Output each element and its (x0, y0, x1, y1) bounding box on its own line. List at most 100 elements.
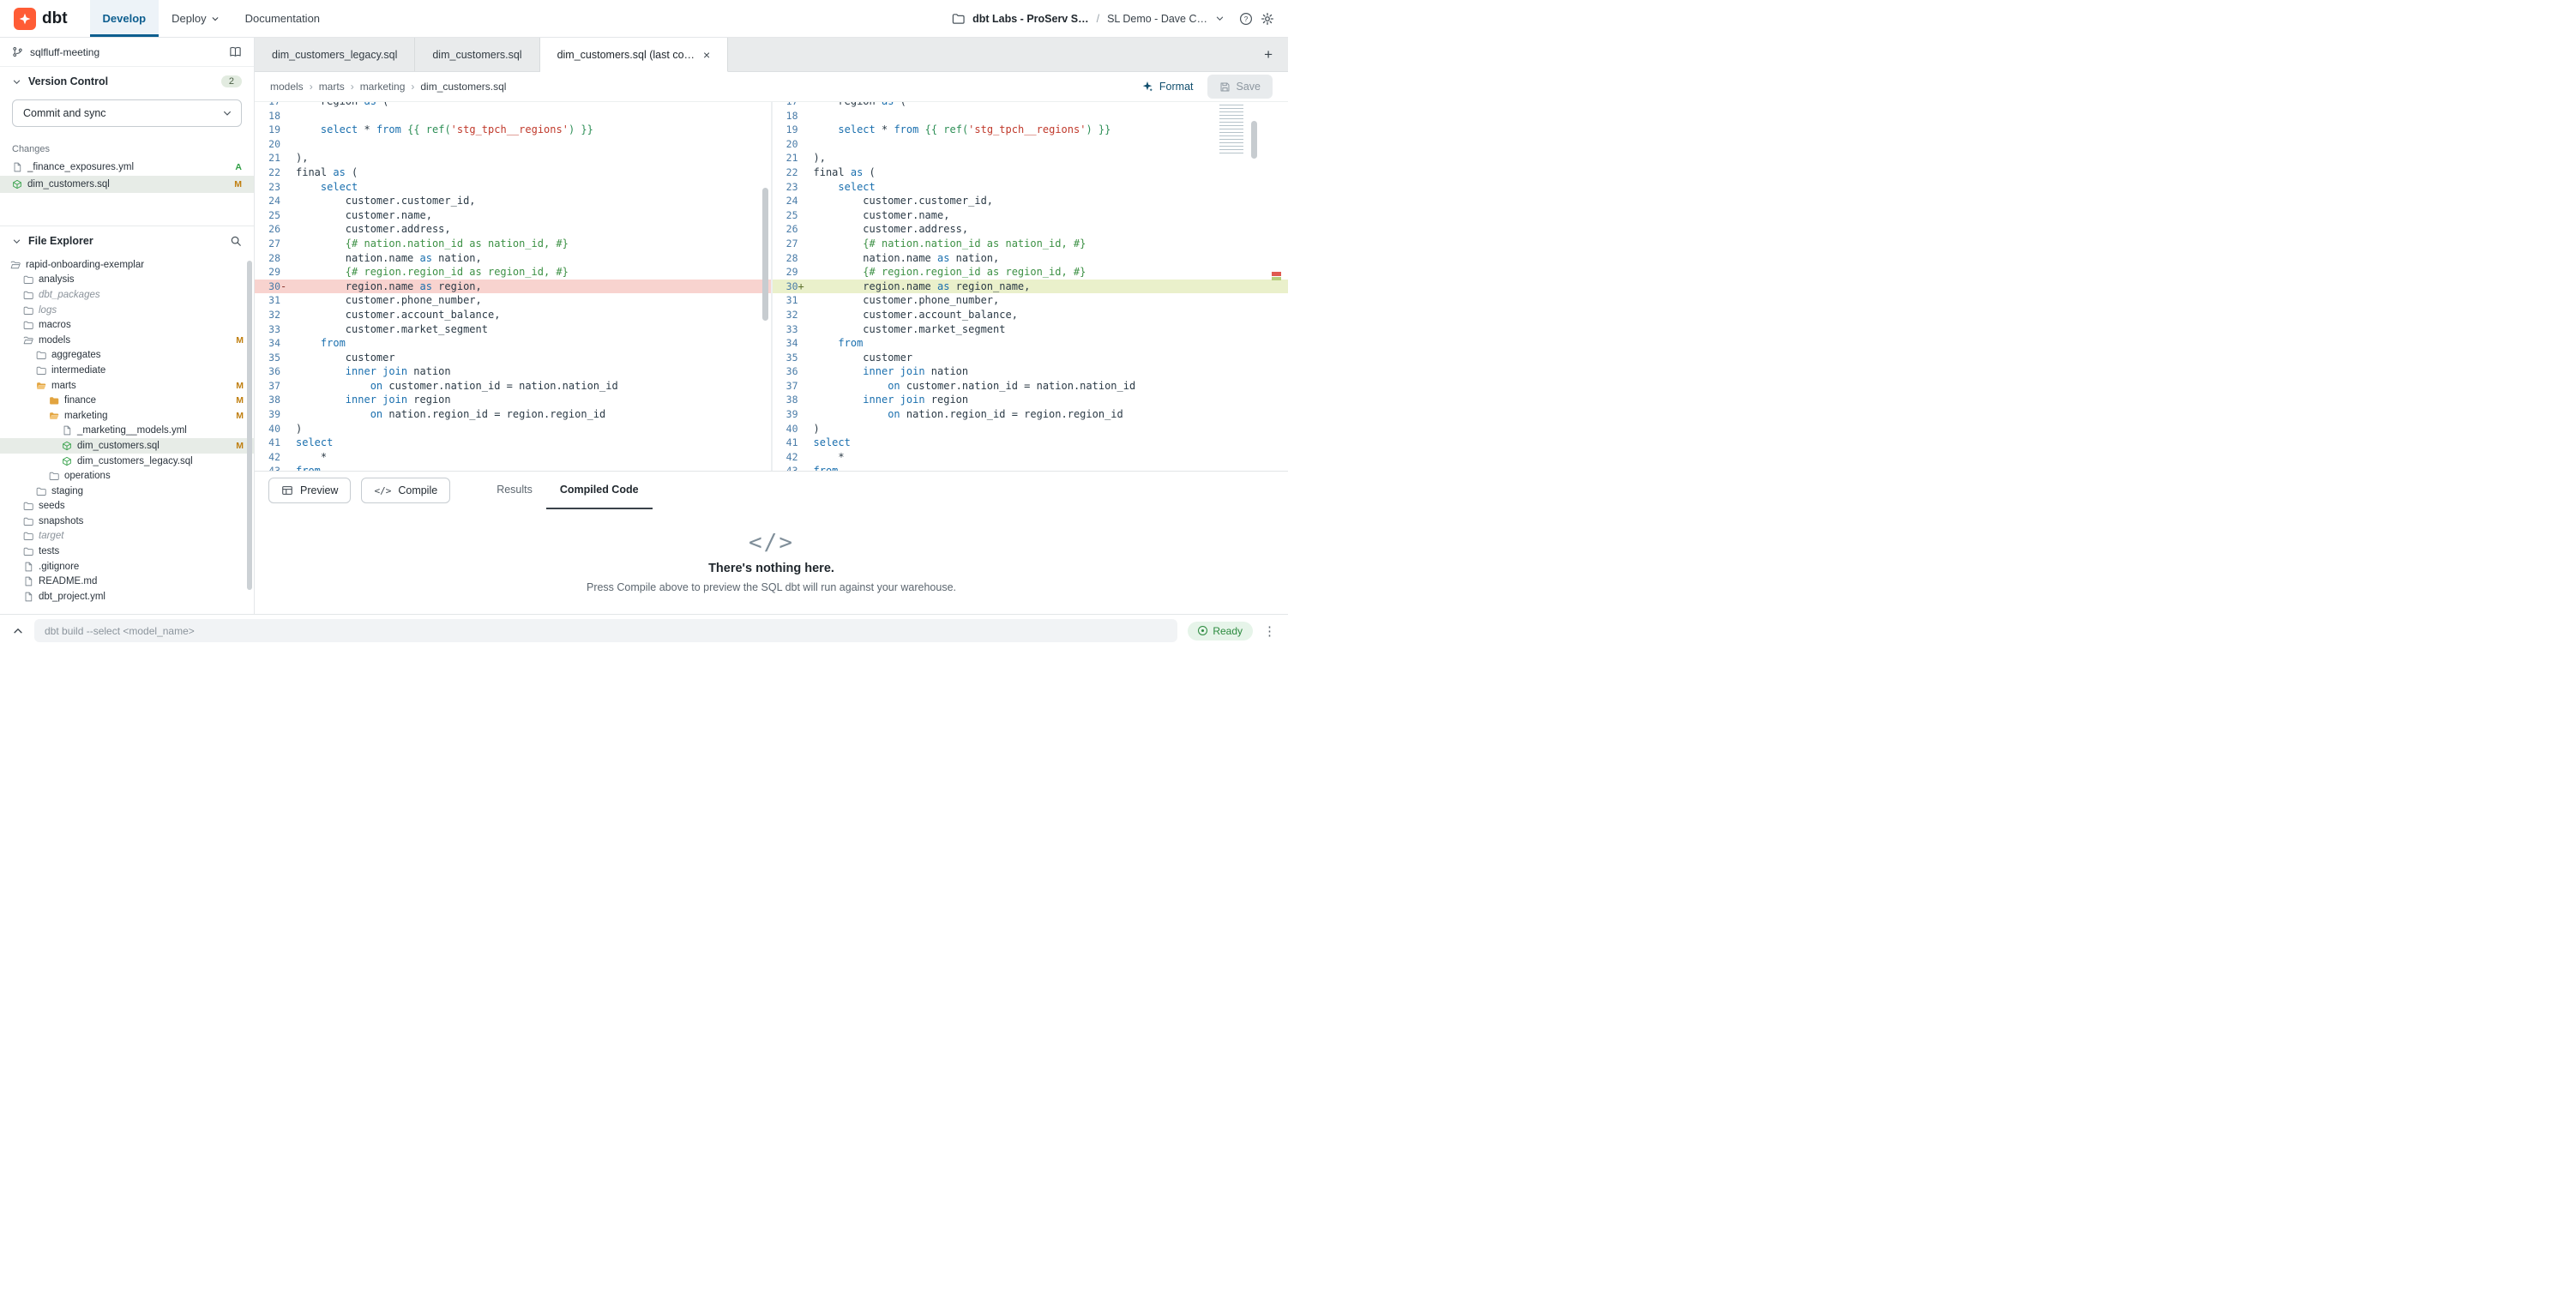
code-text: final as ( (289, 165, 358, 180)
code-line: 37 on customer.nation_id = nation.nation… (773, 379, 1289, 394)
tree-item[interactable]: martsM (0, 378, 254, 394)
folder-icon (23, 274, 33, 285)
code-text: {# region.region_id as region_id, #} (289, 265, 569, 280)
tree-item[interactable]: dim_customers.sqlM (0, 438, 254, 454)
code-text: customer.market_segment (807, 322, 1006, 337)
code-line: 29 {# region.region_id as region_id, #} (773, 265, 1289, 280)
help-icon[interactable]: ? (1239, 12, 1253, 26)
code-line: 29 {# region.region_id as region_id, #} (255, 265, 771, 280)
breadcrumb-item[interactable]: models (270, 81, 304, 93)
line-number: 31 (773, 293, 798, 308)
tree-item[interactable]: dbt_packages (0, 287, 254, 303)
file-explorer-header[interactable]: File Explorer (0, 226, 254, 256)
bottom-tabs: ResultsCompiled Code (483, 472, 652, 509)
breadcrumb-item[interactable]: dim_customers.sql (420, 81, 506, 93)
diff-pane-left[interactable]: 17 region as (1819 select * from {{ ref(… (255, 102, 773, 471)
account-name[interactable]: dbt Labs - ProServ S… (972, 13, 1088, 25)
nav-item-develop[interactable]: Develop (90, 0, 159, 37)
tree-item-label: models (39, 335, 70, 346)
sidebar-scrollbar[interactable] (247, 261, 252, 590)
chevron-down-icon[interactable] (1215, 14, 1225, 23)
tree-item[interactable]: marketingM (0, 408, 254, 424)
minimap[interactable] (1219, 105, 1243, 154)
diff-sign (798, 222, 807, 237)
tree-item[interactable]: _marketing__models.yml (0, 424, 254, 439)
compile-button[interactable]: </> Compile (361, 478, 450, 503)
diff-pane-right[interactable]: 17 region as (1819 select * from {{ ref(… (773, 102, 1289, 471)
change-row[interactable]: _finance_exposures.ymlA (0, 159, 254, 176)
tree-item[interactable]: intermediate (0, 363, 254, 378)
diff-sign (798, 194, 807, 208)
branch-name[interactable]: sqlfluff-meeting (30, 46, 99, 58)
code-line: 26 customer.address, (255, 222, 771, 237)
change-row[interactable]: dim_customers.sqlM (0, 176, 254, 193)
editor-tab[interactable]: dim_customers_legacy.sql (255, 38, 415, 71)
line-number: 17 (255, 102, 280, 109)
tree-item[interactable]: modelsM (0, 333, 254, 348)
code-line: 19 select * from {{ ref('stg_tpch__regio… (773, 123, 1289, 137)
code-line: 42 * (255, 450, 771, 465)
tree-item[interactable]: rapid-onboarding-exemplar (0, 257, 254, 273)
code-line: 39 on nation.region_id = region.region_i… (255, 407, 771, 422)
nav-item-deploy[interactable]: Deploy (159, 0, 232, 37)
version-control-header[interactable]: Version Control 2 (0, 67, 254, 96)
breadcrumb-separator: / (1097, 13, 1099, 25)
diff-sign (280, 450, 289, 465)
folder-icon (23, 501, 33, 511)
code-text: customer.address, (289, 222, 451, 237)
save-button[interactable]: Save (1207, 75, 1273, 99)
new-tab-button[interactable]: + (1249, 38, 1288, 71)
nav-item-documentation[interactable]: Documentation (232, 0, 333, 37)
tree-item[interactable]: .gitignore (0, 559, 254, 574)
tree-item-label: aggregates (51, 350, 101, 360)
diff-sign (280, 180, 289, 195)
folder-icon (23, 516, 33, 526)
editor-tab[interactable]: dim_customers.sql (last co…× (540, 38, 729, 72)
model-icon (62, 441, 72, 451)
docs-book-icon[interactable] (229, 45, 242, 58)
breadcrumb-item[interactable]: marts (319, 81, 345, 93)
gear-icon[interactable] (1261, 12, 1274, 26)
tree-item[interactable]: analysis (0, 273, 254, 288)
right-pane-scrollbar[interactable] (1251, 121, 1257, 159)
model-icon (62, 456, 72, 466)
folder-icon (36, 486, 46, 496)
editor-tab[interactable]: dim_customers.sql (415, 38, 539, 71)
diff-sign (280, 464, 289, 471)
diff-editor[interactable]: 17 region as (1819 select * from {{ ref(… (255, 102, 1288, 471)
breadcrumb-item[interactable]: marketing (360, 81, 406, 93)
tree-item[interactable]: logs (0, 303, 254, 318)
close-icon[interactable]: × (703, 49, 710, 61)
tab-results[interactable]: Results (483, 472, 546, 509)
chevron-up-icon[interactable] (12, 625, 24, 637)
project-name[interactable]: SL Demo - Dave C… (1107, 13, 1207, 25)
change-file-name: _finance_exposures.yml (27, 162, 134, 172)
diff-sign (798, 379, 807, 394)
tree-item[interactable]: dim_customers_legacy.sql (0, 454, 254, 469)
tree-item[interactable]: staging (0, 484, 254, 499)
command-input[interactable] (34, 619, 1177, 642)
preview-button[interactable]: Preview (268, 478, 351, 503)
changes-label: Changes (0, 137, 254, 159)
tree-item[interactable]: financeM (0, 393, 254, 408)
tree-item[interactable]: aggregates (0, 348, 254, 364)
format-button[interactable]: Format (1141, 81, 1194, 93)
commit-and-sync-button[interactable]: Commit and sync (12, 99, 242, 127)
left-pane-scrollbar[interactable] (762, 188, 768, 321)
tree-item[interactable]: seeds (0, 499, 254, 514)
tree-item[interactable]: README.md (0, 574, 254, 589)
tree-item[interactable]: tests (0, 544, 254, 559)
code-text: from (807, 336, 864, 351)
search-icon[interactable] (230, 235, 242, 247)
tree-item[interactable]: operations (0, 468, 254, 484)
ready-indicator-icon (1198, 626, 1207, 635)
modified-badge: M (236, 381, 244, 391)
spacer (0, 193, 254, 226)
tree-item[interactable]: target (0, 529, 254, 544)
tree-item[interactable]: dbt_project.yml (0, 589, 254, 604)
kebab-menu-icon[interactable]: ⋮ (1263, 623, 1276, 639)
chevron-down-icon[interactable] (222, 108, 232, 118)
tree-item[interactable]: snapshots (0, 514, 254, 529)
tab-compiled-code[interactable]: Compiled Code (546, 472, 653, 509)
tree-item[interactable]: macros (0, 317, 254, 333)
